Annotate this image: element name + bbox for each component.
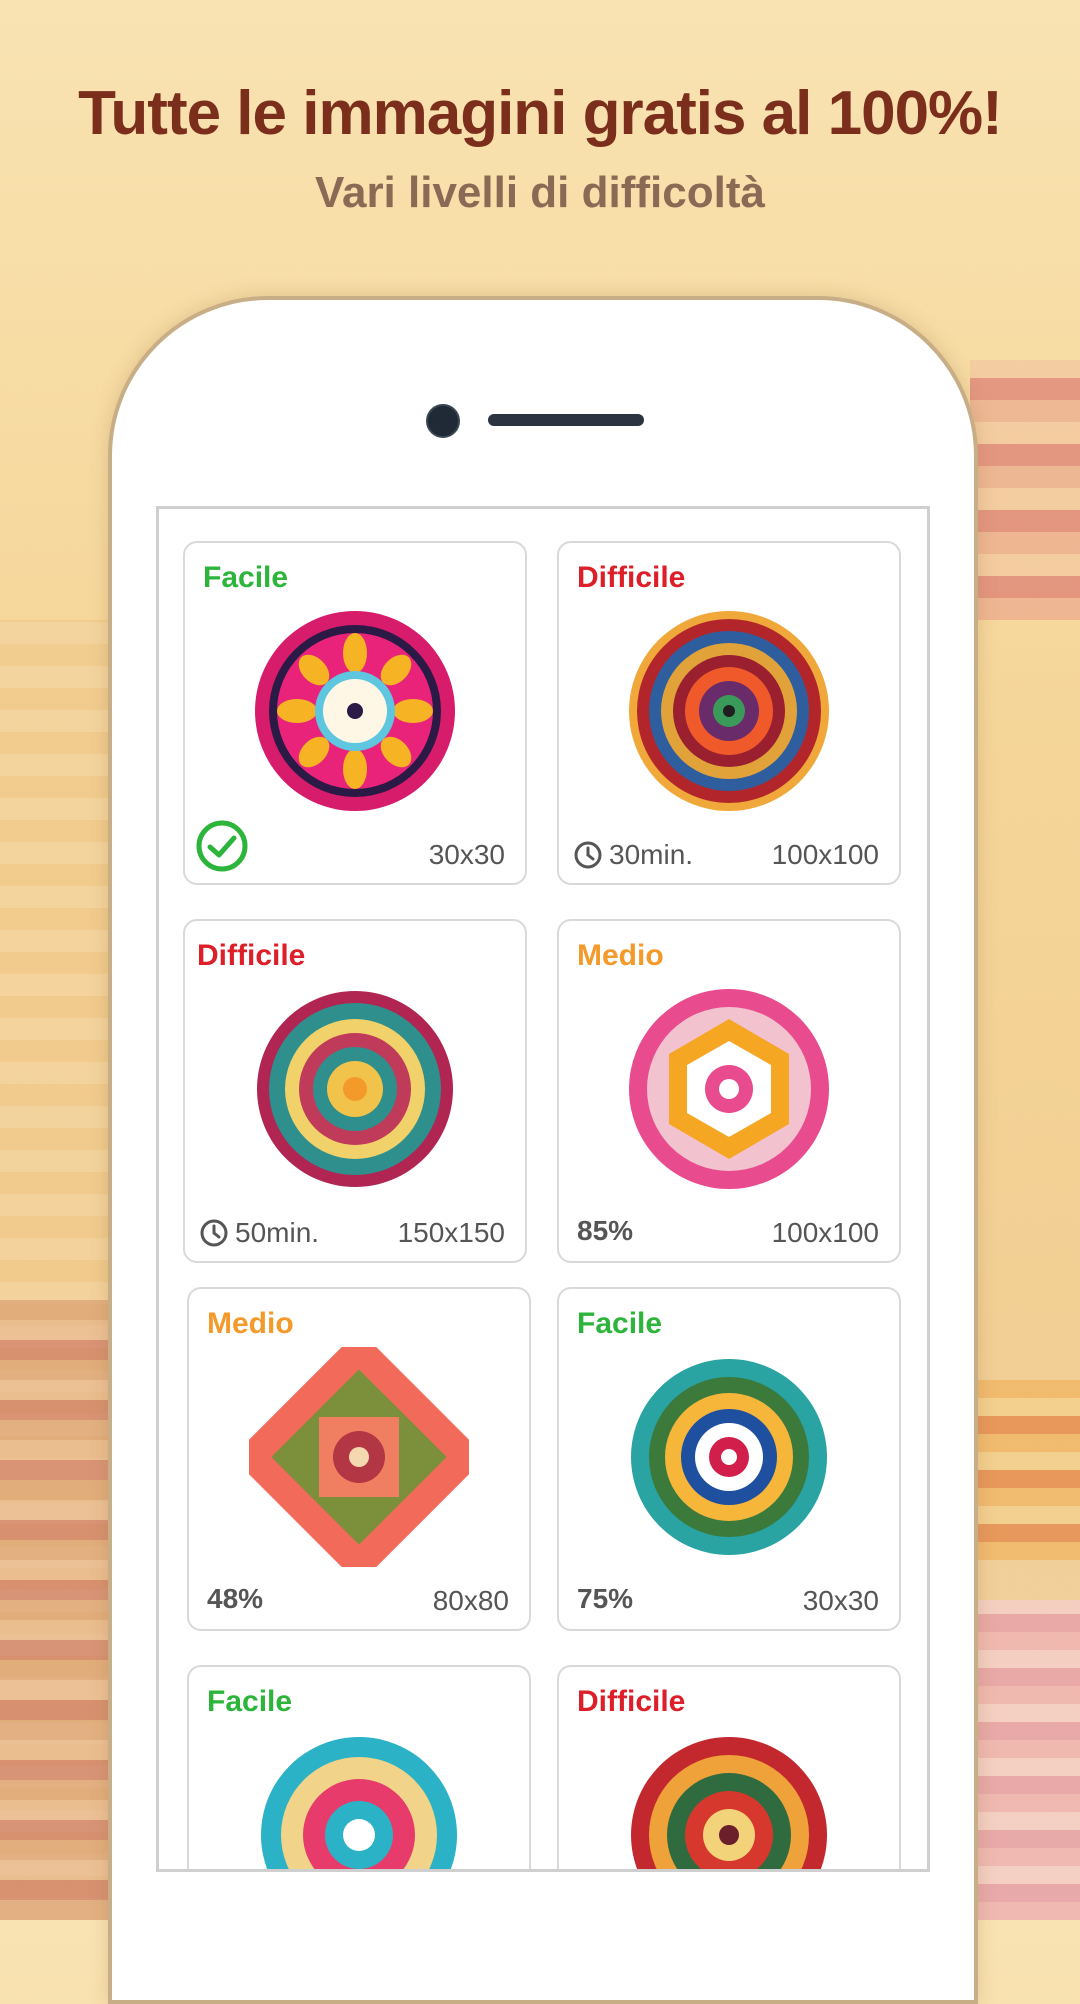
grid-size: 100x100 (771, 839, 879, 870)
difficulty-label: Facile (203, 561, 289, 594)
picture-card[interactable]: Difficile 50min. 150x150 (183, 919, 527, 1263)
mandala-thumbnail (257, 991, 453, 1187)
check-circle-icon (196, 820, 248, 872)
grid-size: 150x150 (397, 1217, 505, 1248)
mandala-thumbnail (631, 1737, 827, 1869)
mandala-thumbnail (629, 611, 829, 811)
difficulty-label: Difficile (577, 561, 686, 594)
grid-size: 80x80 (432, 1585, 509, 1616)
progress-percent: 75% (577, 1583, 634, 1614)
pixel-background-right (970, 360, 1080, 620)
picture-card[interactable]: Difficile 30min. 100x100 (557, 541, 901, 885)
difficulty-label: Medio (207, 1307, 294, 1340)
mandala-thumbnail (261, 1737, 457, 1869)
pixel-background-left-lower (0, 1300, 110, 1920)
mandala-thumbnail (631, 1359, 827, 1555)
difficulty-label: Difficile (197, 939, 306, 972)
phone-camera (426, 404, 460, 438)
phone-frame: Facile 30x30 Difficile 30min. 100x100 Di… (108, 296, 978, 2004)
mandala-thumbnail (629, 989, 829, 1189)
picture-card[interactable]: Facile (187, 1665, 531, 1869)
grid-size: 100x100 (771, 1217, 879, 1248)
picture-card[interactable]: Medio 48% 80x80 (187, 1287, 531, 1631)
progress-percent: 48% (207, 1583, 264, 1614)
pixel-background-right-lower (970, 1600, 1080, 1920)
picture-card[interactable]: Difficile (557, 1665, 901, 1869)
picture-card[interactable]: Facile (183, 541, 527, 885)
progress-percent: 85% (577, 1215, 634, 1246)
promo-subtitle: Vari livelli di difficoltà (315, 168, 765, 217)
grid-size: 30x30 (802, 1585, 879, 1616)
difficulty-label: Facile (207, 1685, 293, 1718)
picture-card[interactable]: Medio 85% 100x100 (557, 919, 901, 1263)
grid-size: 30x30 (428, 839, 505, 870)
mandala-thumbnail (255, 611, 455, 811)
pixel-background-right-mid (970, 1380, 1080, 1560)
clock-icon (200, 1219, 228, 1247)
difficulty-label: Difficile (577, 1685, 686, 1718)
mandala-thumbnail (249, 1347, 469, 1567)
phone-speaker (488, 414, 644, 426)
promo-title: Tutte le immagini gratis al 100%! (78, 79, 1003, 148)
difficulty-label: Medio (577, 939, 664, 972)
difficulty-label: Facile (577, 1307, 663, 1340)
app-screen: Facile 30x30 Difficile 30min. 100x100 Di… (156, 506, 930, 1872)
time-text: 30min. (609, 839, 694, 870)
clock-icon (574, 841, 602, 869)
time-estimate: 50min. (199, 1217, 319, 1249)
time-estimate: 30min. (573, 839, 693, 871)
picture-card[interactable]: Facile 75% 30x30 (557, 1287, 901, 1631)
time-text: 50min. (235, 1217, 320, 1248)
